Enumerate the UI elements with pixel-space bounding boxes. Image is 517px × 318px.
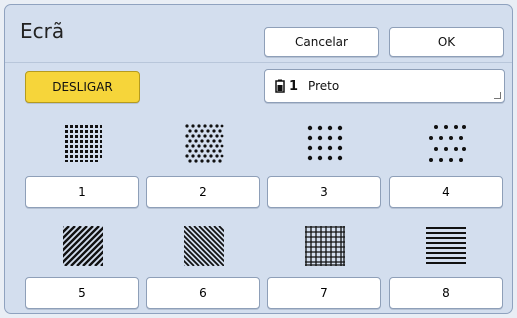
pattern-button-5[interactable]: 5 — [25, 277, 139, 309]
ink-number: 1 — [289, 78, 299, 94]
fine-dot-stagger-icon — [185, 124, 224, 163]
diagonal-lines-left-icon — [184, 226, 224, 266]
pattern-button-7[interactable]: 7 — [267, 277, 381, 309]
pattern-button-4[interactable]: 4 — [389, 176, 503, 208]
off-button[interactable]: DESLIGAR — [25, 71, 140, 103]
pattern-button-6[interactable]: 6 — [146, 277, 260, 309]
grid-crosshatch-icon — [305, 226, 345, 266]
coarse-dot-stagger-icon — [429, 125, 466, 162]
screen-dialog: Ecrã Cancelar OK DESLIGAR 1 Preto 1 2 3 … — [4, 4, 513, 314]
ink-selector-button[interactable]: 1 Preto — [264, 69, 505, 103]
header-separator — [5, 62, 512, 63]
pattern-button-2[interactable]: 2 — [146, 176, 260, 208]
pattern-button-3[interactable]: 3 — [267, 176, 381, 208]
resize-corner-icon — [494, 92, 501, 99]
coarse-dot-grid-icon — [307, 125, 343, 161]
horizontal-lines-icon — [426, 227, 466, 264]
dialog-header: Ecrã Cancelar OK — [5, 5, 512, 59]
fine-dot-grid-icon — [65, 125, 102, 162]
cancel-button[interactable]: Cancelar — [264, 27, 379, 57]
ink-label: Preto — [308, 79, 340, 93]
pattern-button-8[interactable]: 8 — [389, 277, 503, 309]
ok-button[interactable]: OK — [389, 27, 504, 57]
ink-cartridge-icon — [275, 79, 285, 93]
diagonal-lines-right-icon — [63, 226, 103, 266]
pattern-button-1[interactable]: 1 — [25, 176, 139, 208]
dialog-title: Ecrã — [20, 19, 65, 43]
